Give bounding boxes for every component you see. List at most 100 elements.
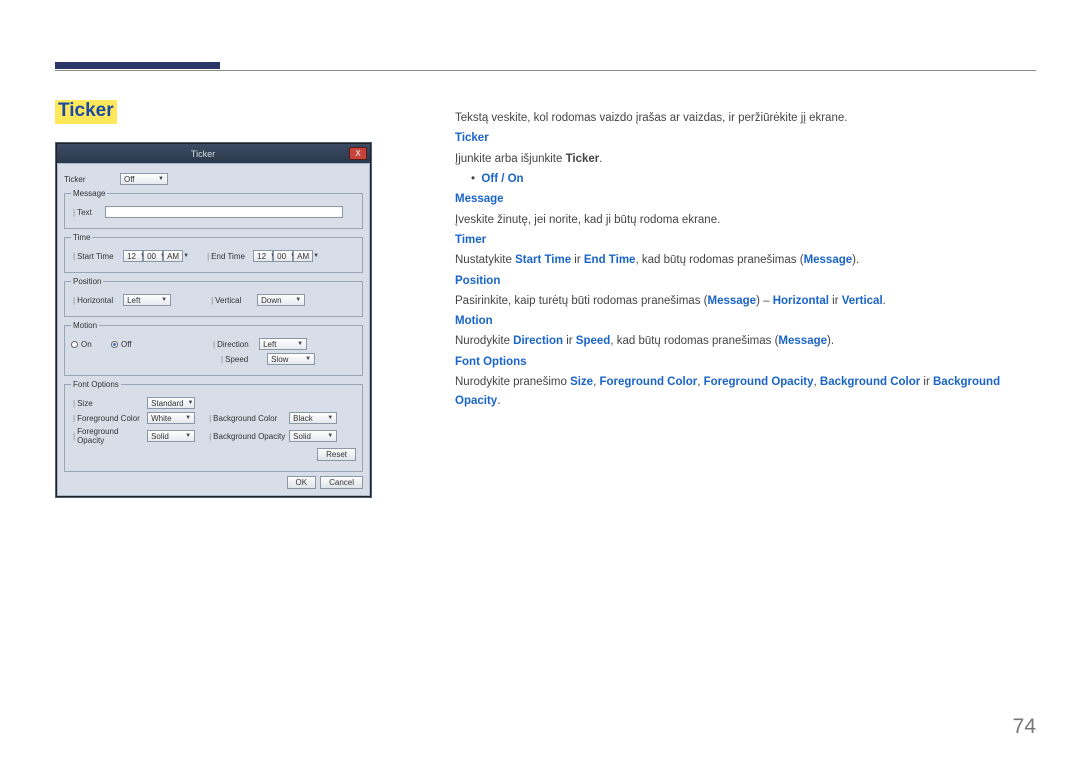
divider-icon: | <box>73 252 75 261</box>
chevron-down-icon: ▼ <box>185 415 191 421</box>
fgo-select[interactable]: Solid▼ <box>147 430 195 442</box>
left-column: Ticker Ticker X Ticker Off ▼ Message <box>55 100 385 498</box>
divider-icon: | <box>207 252 209 261</box>
time-group: Time | Start Time 12▼ 00▼ AM▼ | End Time… <box>64 233 363 273</box>
dialog-title: Ticker <box>57 149 349 159</box>
message-legend: Message <box>71 189 107 198</box>
cancel-button[interactable]: Cancel <box>320 476 363 489</box>
font-options-group: Font Options | Size Standard▼ | Foregrou… <box>64 380 363 472</box>
desc-timer-heading: Timer <box>455 231 1036 250</box>
dialog-footer: OK Cancel <box>64 476 363 489</box>
header-accent-bar <box>55 62 220 69</box>
desc-motion-text: Nurodykite Direction ir Speed, kad būtų … <box>455 332 1036 351</box>
ticker-label: Ticker <box>64 175 120 184</box>
header-divider <box>55 70 1036 71</box>
desc-font-heading: Font Options <box>455 353 1036 372</box>
motion-on-label: On <box>81 340 111 349</box>
start-mm-select[interactable]: 00▼ <box>143 250 163 262</box>
time-legend: Time <box>71 233 92 242</box>
direction-label: Direction <box>217 340 259 349</box>
chevron-down-icon: ▼ <box>327 433 333 439</box>
start-time-label: Start Time <box>77 252 123 261</box>
motion-on-radio[interactable] <box>71 341 78 348</box>
fgc-select[interactable]: White▼ <box>147 412 195 424</box>
divider-icon: | <box>73 399 75 408</box>
dialog-body: Ticker Off ▼ Message | Text Time <box>57 163 370 496</box>
divider-icon: | <box>73 414 75 423</box>
desc-ticker-heading: Ticker <box>455 129 1036 148</box>
text-label: Text <box>77 208 105 217</box>
motion-off-radio[interactable] <box>111 341 118 348</box>
position-group: Position | Horizontal Left▼ | Vertical D… <box>64 277 363 317</box>
divider-icon: | <box>209 432 211 441</box>
desc-position-text: Pasirinkite, kaip turėtų būti rodomas pr… <box>455 292 1036 311</box>
speed-select[interactable]: Slow▼ <box>267 353 315 365</box>
font-legend: Font Options <box>71 380 121 389</box>
vertical-label: Vertical <box>215 296 257 305</box>
description-column: Tekstą veskite, kol rodomas vaizdo įraša… <box>455 100 1036 498</box>
motion-legend: Motion <box>71 321 99 330</box>
bgc-select[interactable]: Black▼ <box>289 412 337 424</box>
ticker-value: Off <box>124 175 135 184</box>
page-number: 74 <box>1013 715 1036 739</box>
divider-icon: | <box>213 340 215 349</box>
chevron-down-icon: ▼ <box>161 297 167 303</box>
desc-motion-heading: Motion <box>455 312 1036 331</box>
end-ap-select[interactable]: AM▼ <box>293 250 313 262</box>
bgo-label: Background Opacity <box>213 432 289 441</box>
start-hh-select[interactable]: 12▼ <box>123 250 143 262</box>
chevron-down-icon: ▼ <box>297 341 303 347</box>
desc-position-heading: Position <box>455 272 1036 291</box>
dialog-titlebar: Ticker X <box>57 144 370 163</box>
chevron-down-icon: ▼ <box>185 433 191 439</box>
chevron-down-icon: ▼ <box>183 253 189 259</box>
chevron-down-icon: ▼ <box>188 400 194 406</box>
position-legend: Position <box>71 277 103 286</box>
ticker-select[interactable]: Off ▼ <box>120 173 168 185</box>
size-select[interactable]: Standard▼ <box>147 397 195 409</box>
desc-message-heading: Message <box>455 190 1036 209</box>
start-ap-select[interactable]: AM▼ <box>163 250 183 262</box>
desc-timer-text: Nustatykite Start Time ir End Time, kad … <box>455 251 1036 270</box>
end-mm-select[interactable]: 00▼ <box>273 250 293 262</box>
desc-ticker-text: Įjunkite arba išjunkite Ticker. <box>455 150 1036 169</box>
fgo-label: Foreground Opacity <box>77 427 147 445</box>
divider-icon: | <box>73 208 75 217</box>
chevron-down-icon: ▼ <box>313 253 319 259</box>
horizontal-label: Horizontal <box>77 296 123 305</box>
divider-icon: | <box>73 296 75 305</box>
message-input[interactable] <box>105 206 343 218</box>
close-button[interactable]: X <box>349 147 367 160</box>
motion-group: Motion On Off | Direction Left▼ | Speed <box>64 321 363 376</box>
horizontal-select[interactable]: Left▼ <box>123 294 171 306</box>
page-title: Ticker <box>55 100 117 124</box>
ticker-dialog: Ticker X Ticker Off ▼ Message | <box>55 142 372 498</box>
vertical-select[interactable]: Down▼ <box>257 294 305 306</box>
reset-button[interactable]: Reset <box>317 448 356 461</box>
size-label: Size <box>77 399 147 408</box>
desc-font-text: Nurodykite pranešimo Size, Foreground Co… <box>455 373 1036 412</box>
desc-bullet: • Off / On <box>455 170 1036 189</box>
chevron-down-icon: ▼ <box>327 415 333 421</box>
divider-icon: | <box>209 414 211 423</box>
ok-button[interactable]: OK <box>287 476 317 489</box>
ticker-row: Ticker Off ▼ <box>64 173 363 185</box>
desc-intro: Tekstą veskite, kol rodomas vaizdo įraša… <box>455 109 1036 128</box>
speed-label: Speed <box>225 355 267 364</box>
desc-message-text: Įveskite žinutę, jei norite, kad ji būtų… <box>455 211 1036 230</box>
end-hh-select[interactable]: 12▼ <box>253 250 273 262</box>
divider-icon: | <box>73 432 75 441</box>
chevron-down-icon: ▼ <box>295 297 301 303</box>
fgc-label: Foreground Color <box>77 414 147 423</box>
direction-select[interactable]: Left▼ <box>259 338 307 350</box>
page-content: Ticker Ticker X Ticker Off ▼ Message <box>55 100 1036 498</box>
chevron-down-icon: ▼ <box>305 356 311 362</box>
divider-icon: | <box>211 296 213 305</box>
bgc-label: Background Color <box>213 414 289 423</box>
close-icon: X <box>355 149 360 158</box>
message-group: Message | Text <box>64 189 363 229</box>
bgo-select[interactable]: Solid▼ <box>289 430 337 442</box>
chevron-down-icon: ▼ <box>158 176 164 182</box>
motion-off-label: Off <box>121 340 151 349</box>
divider-icon: | <box>221 355 223 364</box>
